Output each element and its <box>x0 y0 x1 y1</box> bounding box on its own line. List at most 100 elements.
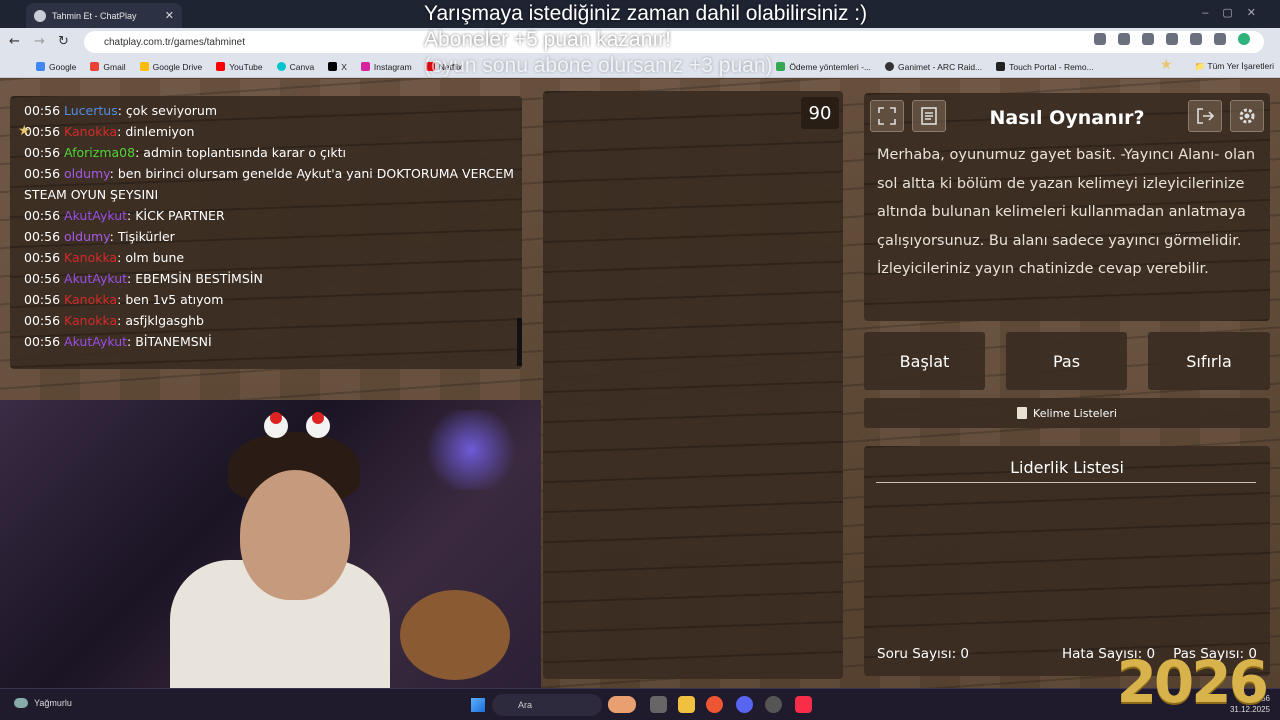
how-to-play-text: Merhaba, oyunumuz gayet basit. -Yayıncı … <box>877 147 1256 277</box>
chat-text: : admin toplantısında karar o çıktı <box>135 145 346 160</box>
timer: 90 <box>801 97 839 129</box>
chat-timestamp: 00:56 <box>24 271 61 286</box>
chat-username[interactable]: Lucertus <box>64 103 118 118</box>
extension-icon[interactable] <box>1214 33 1226 45</box>
chat-username[interactable]: Aforizma08 <box>64 145 135 160</box>
back-icon[interactable]: ← <box>9 34 20 49</box>
light-glow <box>421 410 521 490</box>
chat-text: : KİCK PARTNER <box>127 208 225 223</box>
chat-username[interactable]: oldumy <box>64 166 110 181</box>
chat-message: 00:56 Kanokka: dinlemiyon <box>24 121 522 142</box>
reload-icon[interactable]: ↻ <box>58 34 69 49</box>
browser-tab[interactable]: Tahmin Et - ChatPlay ✕ <box>26 3 182 28</box>
chat-timestamp: 00:56 <box>24 250 61 265</box>
chat-text: : dinlemiyon <box>117 124 195 139</box>
tab-title: Tahmin Et - ChatPlay <box>52 10 137 21</box>
profile-avatar-icon[interactable] <box>1238 33 1250 45</box>
gmail-icon <box>90 62 100 71</box>
forward-icon[interactable]: → <box>34 34 45 49</box>
chat-message: 00:56 Lucertus: çok seviyorum <box>24 100 522 121</box>
extension-icon[interactable] <box>1118 33 1130 45</box>
bookmarks-folder[interactable]: 📁 Tüm Yer İşaretleri <box>1195 61 1274 72</box>
chat-username[interactable]: AkutAykut <box>64 208 127 223</box>
pass-button[interactable]: Pas <box>1006 332 1127 390</box>
tab-close-icon[interactable]: ✕ <box>165 9 174 22</box>
bookmark-drive[interactable]: Google Drive <box>139 62 202 72</box>
bookmark-star-icon[interactable] <box>1094 33 1106 45</box>
stream-overlay-message: Yarışmaya istediğiniz zaman dahil olabil… <box>424 1 944 79</box>
chat-username[interactable]: oldumy <box>64 229 110 244</box>
windows-start-icon[interactable] <box>471 698 485 712</box>
chat-panel: 00:56 Lucertus: çok seviyorum 00:56 Kanok… <box>10 96 522 369</box>
chat-username[interactable]: Kanokka <box>64 292 117 307</box>
chat-scrollbar[interactable] <box>517 318 522 366</box>
rain-cloud-icon <box>14 698 28 708</box>
teddy-bear <box>400 590 510 680</box>
chat-timestamp: 00:56 <box>24 103 61 118</box>
word-lists-button[interactable]: Kelime Listeleri <box>864 398 1270 428</box>
chat-timestamp: 00:56 <box>24 166 61 181</box>
bookmark-youtube[interactable]: YouTube <box>216 62 263 72</box>
chat-text: : ben 1v5 atıyom <box>117 292 224 307</box>
music-icon[interactable] <box>795 696 812 713</box>
chat-timestamp: 00:56 <box>24 292 61 307</box>
chat-message: 00:56 Kanokka: ben 1v5 atıyom <box>24 289 522 310</box>
leaderboard-divider <box>876 482 1256 483</box>
discord-icon[interactable] <box>736 696 753 713</box>
extension-icon[interactable] <box>1190 33 1202 45</box>
start-button[interactable]: Başlat <box>864 332 985 390</box>
chrome-icon[interactable] <box>706 696 723 713</box>
bookmark-x[interactable]: X <box>328 62 347 72</box>
chat-message: 00:56 AkutAykut: EBEMSİN BESTİMSİN <box>24 268 522 289</box>
chat-timestamp: 00:56 <box>24 334 61 349</box>
chat-text: : EBEMSİN BESTİMSİN <box>127 271 263 286</box>
tab-favicon-icon <box>34 9 46 22</box>
bookmark-instagram[interactable]: Instagram <box>360 62 412 72</box>
bookmark-gmail[interactable]: Gmail <box>90 62 126 72</box>
chat-username[interactable]: AkutAykut <box>64 271 127 286</box>
santa-headband-icon <box>264 412 330 438</box>
reset-button[interactable]: Sıfırla <box>1148 332 1270 390</box>
settings-gear-icon[interactable] <box>1230 100 1264 132</box>
weather-label: Yağmurlu <box>34 698 72 708</box>
chat-message: 00:56 Kanokka: olm bune <box>24 247 522 268</box>
widget-icon[interactable] <box>608 696 636 713</box>
drive-icon <box>139 62 149 71</box>
touch-portal-icon <box>996 62 1006 71</box>
exit-icon[interactable] <box>1188 100 1222 132</box>
instagram-icon <box>360 62 370 71</box>
file-explorer-icon[interactable] <box>678 696 695 713</box>
chat-timestamp: 00:56 <box>24 145 61 160</box>
star-decoration-icon: ★ <box>18 123 31 139</box>
x-icon <box>328 62 338 71</box>
weather-widget[interactable]: Yağmurlu <box>14 698 72 708</box>
bookmark-touch-portal[interactable]: Touch Portal - Remo... <box>996 62 1094 72</box>
streamer-area: 90 <box>543 91 843 679</box>
extension-icons[interactable] <box>1094 33 1250 45</box>
chat-text: : çok seviyorum <box>117 103 218 118</box>
chat-text: : olm bune <box>117 250 185 265</box>
chat-username[interactable]: AkutAykut <box>64 334 127 349</box>
game-page: 00:56 Lucertus: çok seviyorum 00:56 Kanok… <box>0 57 1280 688</box>
window-controls[interactable]: –▢✕ <box>1202 6 1270 19</box>
task-view-icon[interactable] <box>650 696 667 713</box>
chat-timestamp: 00:56 <box>24 208 61 223</box>
chat-username[interactable]: Kanokka <box>64 250 117 265</box>
how-to-play-panel: Nasıl Oynanır? Merhaba, oyunumuz gayet b… <box>864 93 1270 321</box>
chat-username[interactable]: Kanokka <box>64 124 117 139</box>
person-head <box>240 470 350 600</box>
overlay-line-1: Yarışmaya istediğiniz zaman dahil olabil… <box>424 2 868 25</box>
chat-message: 00:56 Aforizma08: admin toplantısında ka… <box>24 142 522 163</box>
chat-username[interactable]: Kanokka <box>64 313 117 328</box>
app-icon[interactable] <box>765 696 782 713</box>
taskbar-search[interactable]: Ara <box>492 694 602 716</box>
bookmark-canva[interactable]: Canva <box>276 62 314 72</box>
extension-icon[interactable] <box>1166 33 1178 45</box>
extension-icon[interactable] <box>1142 33 1154 45</box>
canva-icon <box>276 62 286 71</box>
chat-text: : BİTANEMSNİ <box>127 334 212 349</box>
windows-taskbar: Yağmurlu Ara 00:56 31.12.2025 <box>0 688 1280 720</box>
chat-timestamp: 00:56 <box>24 229 61 244</box>
overlay-line-3: (oyun sonu abone olursanız +3 puan) <box>424 54 773 77</box>
bookmark-google[interactable]: Google <box>36 62 76 72</box>
